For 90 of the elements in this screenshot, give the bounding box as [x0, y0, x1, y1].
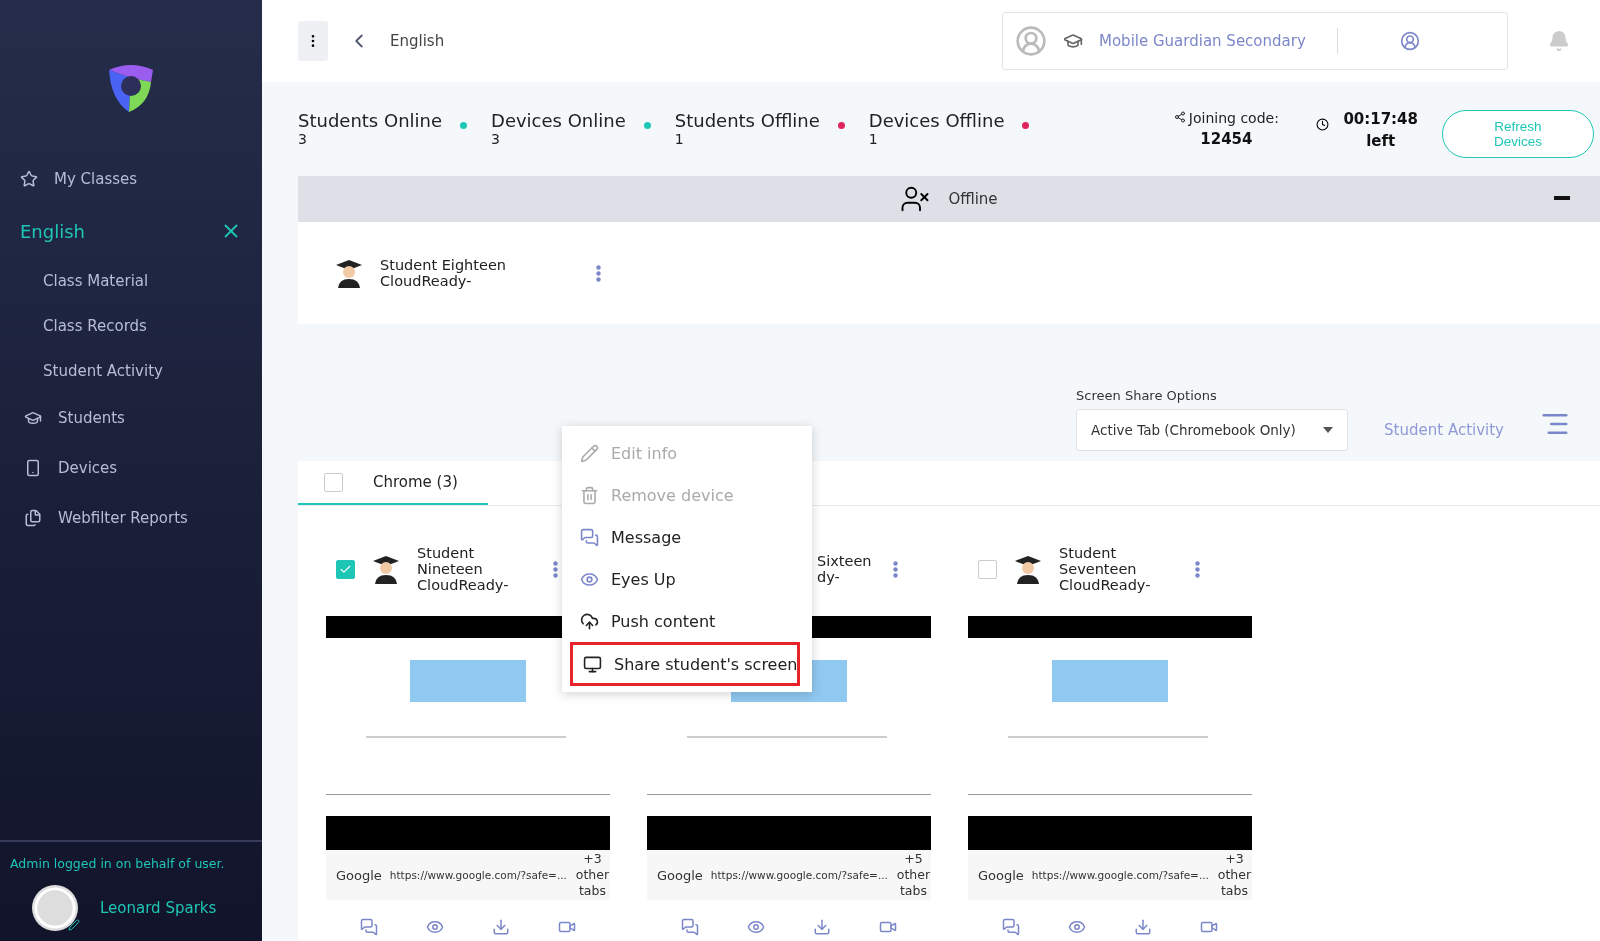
menu-item[interactable]: Message	[562, 516, 812, 558]
clock-icon	[1316, 118, 1330, 131]
eye-button[interactable]	[747, 918, 765, 936]
stat-count: 3	[298, 131, 308, 147]
student-name: Student Seventeen	[1059, 545, 1138, 577]
card-checkbox[interactable]	[978, 559, 997, 579]
eye-button[interactable]	[426, 918, 444, 936]
joining-code: 12454	[1200, 130, 1253, 148]
card-checkbox[interactable]	[336, 559, 355, 579]
minus-icon	[1554, 196, 1570, 200]
graduation-cap-icon	[1063, 31, 1083, 51]
offline-title: Offline	[948, 190, 998, 208]
message-button[interactable]	[681, 918, 699, 936]
sidebar-subitem[interactable]: Class Records	[0, 303, 262, 348]
sidebar-item[interactable]: Devices	[0, 443, 262, 493]
menu-item[interactable]: Push content	[562, 600, 812, 642]
stat-count: 3	[491, 131, 501, 147]
stat-label: Devices Offline	[868, 110, 1005, 131]
kebab-icon	[596, 264, 601, 282]
user-avatar	[32, 885, 78, 931]
share-icon	[1173, 111, 1186, 123]
site-url: https://www.google.com/?safe=...	[1031, 869, 1209, 881]
class-nav-item[interactable]: English	[0, 204, 262, 258]
kebab-icon	[553, 560, 558, 578]
sidebar-subitem[interactable]: Student Activity	[0, 348, 262, 393]
sidebar-item[interactable]: Webfilter Reports	[0, 493, 262, 543]
student-avatar-icon	[371, 554, 401, 584]
page-title: English	[390, 32, 446, 50]
sidebar-item[interactable]: Students	[0, 393, 262, 443]
more-button[interactable]	[596, 264, 601, 282]
stat-label: Students Online	[298, 110, 443, 131]
message-button[interactable]	[360, 918, 378, 936]
more-button[interactable]	[893, 560, 898, 578]
message-button[interactable]	[1002, 918, 1020, 936]
trash-icon	[580, 485, 599, 505]
sidebar-item[interactable]: My Classes	[0, 154, 262, 204]
kebab-icon	[1195, 560, 1200, 578]
stat-label: Devices Online	[491, 110, 626, 131]
download-button[interactable]	[492, 918, 510, 936]
user-name[interactable]: Leonard Sparks	[100, 899, 217, 917]
pencil-icon	[580, 443, 599, 463]
eye-button[interactable]	[1068, 918, 1086, 936]
student-name: Student Nineteen	[417, 545, 484, 577]
student-name: Sixteen	[817, 553, 873, 569]
chat-icon	[580, 527, 599, 547]
sidebar-subitem[interactable]: Class Material	[0, 258, 262, 303]
graduation-cap-icon	[24, 409, 42, 427]
phone-icon	[24, 459, 42, 477]
more-button[interactable]	[1195, 560, 1200, 578]
download-button[interactable]	[1134, 918, 1152, 936]
device-name: CloudReady-	[417, 577, 510, 593]
screen-share-label: Screen Share Options	[1076, 388, 1218, 403]
star-icon	[20, 170, 38, 188]
more-button[interactable]	[553, 560, 558, 578]
site-url: https://www.google.com/?safe=...	[710, 869, 888, 881]
school-switcher[interactable]: Mobile Guardian Secondary	[1002, 12, 1508, 70]
screen-share-select[interactable]: Active Tab (Chromebook Only)	[1076, 409, 1349, 451]
other-tabs-count: +5 other tabs	[895, 851, 931, 899]
student-avatar-icon	[1013, 554, 1043, 584]
device-name: CloudReady-	[380, 273, 473, 289]
joining-code-label: Joining code:	[1173, 110, 1279, 126]
cloud-upload-icon	[580, 611, 599, 631]
menu-item[interactable]: Share student's screen	[570, 642, 800, 686]
offline-user-icon	[900, 184, 931, 214]
offline-section-bar[interactable]: Offline	[298, 176, 1600, 222]
kebab-icon	[893, 560, 898, 578]
user-icon	[1015, 25, 1047, 57]
other-tabs-count: +3 other tabs	[574, 851, 610, 899]
student-avatar-icon	[334, 258, 364, 288]
stat-count: 1	[868, 131, 879, 147]
site-title: Google	[336, 867, 382, 883]
caret-icon	[1323, 427, 1334, 433]
device-name: dy-	[817, 569, 841, 585]
stat-count: 1	[674, 131, 685, 147]
site-title: Google	[657, 867, 703, 883]
school-name: Mobile Guardian Secondary	[1099, 32, 1307, 50]
timer-value: 00:17:48	[1343, 110, 1418, 128]
device-name: CloudReady-	[1059, 577, 1152, 593]
stat-label: Students Offline	[674, 110, 820, 131]
chrome-tab[interactable]: Chrome (3)	[298, 461, 488, 505]
timer-suffix: left	[1366, 132, 1396, 150]
site-url: https://www.google.com/?safe=...	[389, 869, 567, 881]
other-tabs-count: +3 other tabs	[1216, 851, 1252, 899]
files-icon	[24, 509, 42, 527]
site-title: Google	[978, 867, 1024, 883]
download-button[interactable]	[813, 918, 831, 936]
student-name: Student Eighteen	[380, 257, 507, 273]
admin-note: Admin logged in on behalf of user.	[10, 856, 226, 871]
menu-item[interactable]: Eyes Up	[562, 558, 812, 600]
monitor-icon	[583, 654, 602, 674]
